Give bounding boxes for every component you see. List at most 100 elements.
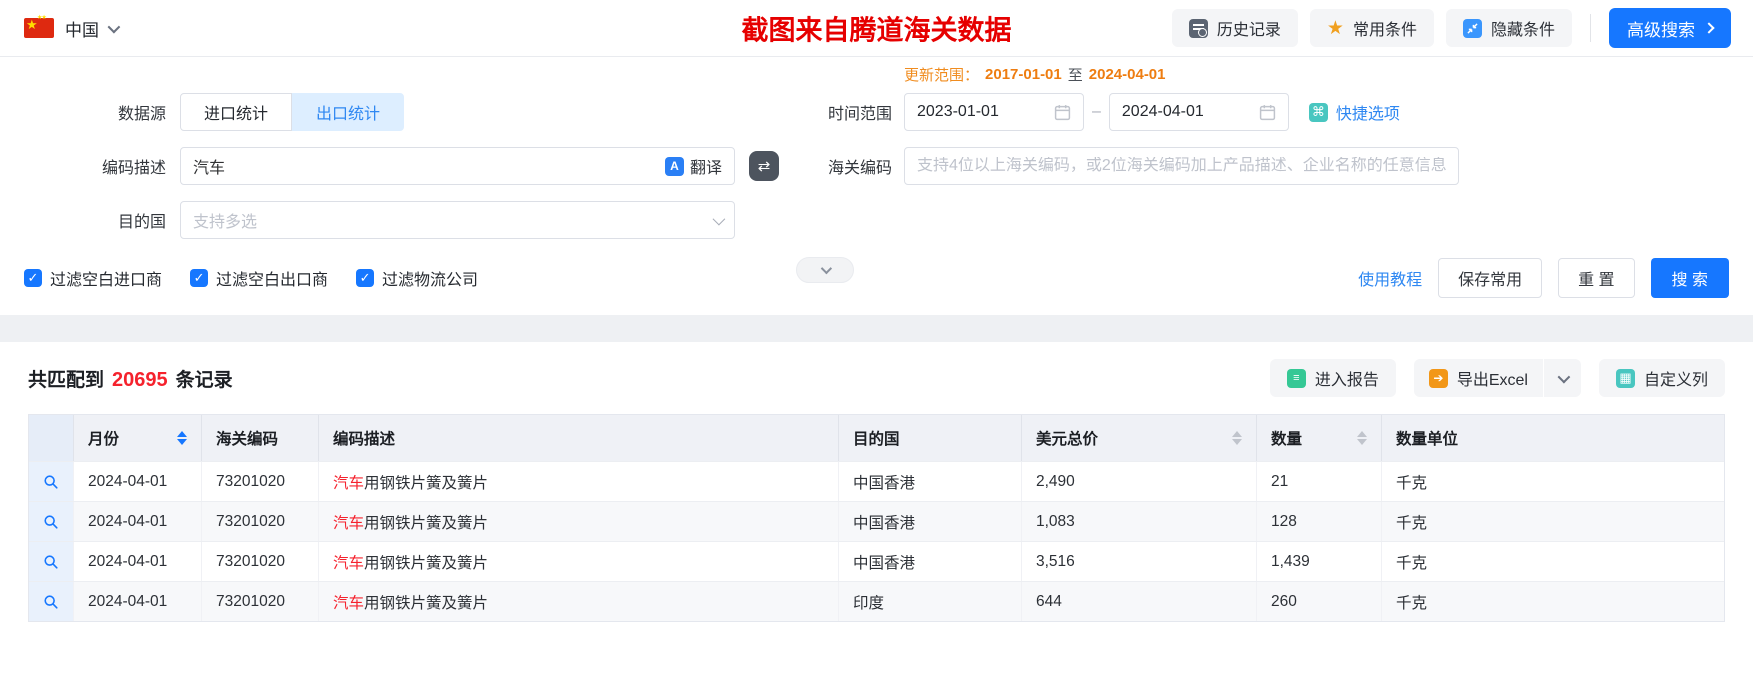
cell-quantity: 260: [1257, 582, 1382, 621]
checkbox-checked-icon: ✓: [24, 269, 42, 287]
results-panel: 共匹配到 20695 条记录 ≡ 进入报告 ➔ 导出Excel ▦ 自定义列 月…: [0, 342, 1753, 622]
description-text: 用钢铁片簧及簧片: [364, 554, 489, 572]
update-range-to: 2024-04-01: [1088, 65, 1166, 83]
translate-icon: A: [664, 156, 684, 176]
quick-options-label: 快捷选项: [1335, 106, 1400, 123]
history-button-label: 历史记录: [1216, 22, 1281, 39]
top-bar: ★ ★★ 中国 截图来自腾道海关数据 历史记录 ★ 常用条件 隐藏条件 高级搜索: [0, 0, 1753, 57]
cell-unit: 千克: [1396, 554, 1428, 572]
customize-columns-label: 自定义列: [1643, 372, 1708, 389]
cell-usd-total: 644: [1022, 582, 1257, 621]
keyword-highlight: 汽车: [333, 594, 365, 612]
header-quantity-label: 数量: [1271, 431, 1303, 448]
export-options-button[interactable]: [1544, 359, 1581, 397]
customs-code-label: 海关编码: [827, 160, 892, 177]
cell-destination: 中国香港: [839, 462, 1022, 501]
header-customs-code: 海关编码: [202, 415, 319, 461]
data-source-tabs: 进口统计 出口统计: [180, 93, 405, 131]
filter-label: 过滤空白进口商: [50, 272, 163, 289]
cell-unit: 千克: [1396, 594, 1428, 612]
quick-options-button[interactable]: ⌘ 快捷选项: [1308, 100, 1400, 124]
row-detail-button[interactable]: [29, 462, 74, 501]
customize-columns-button[interactable]: ▦ 自定义列: [1598, 359, 1725, 397]
start-date-value: 2023-01-01: [917, 103, 999, 120]
customs-code-field: [904, 147, 1459, 185]
cell-quantity: 21: [1257, 462, 1382, 501]
tab-export-stats[interactable]: 出口统计: [292, 93, 405, 131]
advanced-search-label: 高级搜索: [1627, 20, 1695, 40]
filter-logistics-checkbox[interactable]: ✓ 过滤物流公司: [356, 266, 478, 290]
tutorial-link[interactable]: 使用教程: [1358, 266, 1422, 290]
export-excel-label: 导出Excel: [1456, 372, 1528, 389]
history-icon: [1188, 18, 1208, 38]
reset-button[interactable]: 重 置: [1558, 258, 1635, 298]
magnifier-icon: [44, 474, 58, 489]
cell-month: 2024-04-01: [74, 582, 202, 621]
filter-checkbox-group: ✓ 过滤空白进口商 ✓ 过滤空白出口商 ✓ 过滤物流公司: [24, 266, 478, 290]
expand-conditions-button[interactable]: [796, 257, 855, 283]
cell-month: 2024-04-01: [74, 502, 202, 541]
keyword-highlight: 汽车: [333, 474, 365, 492]
export-icon: ➔: [1428, 368, 1448, 388]
cell-usd-total: 2,490: [1022, 462, 1257, 501]
update-range-from: 2017-01-01: [985, 65, 1062, 83]
cell-unit: 千克: [1396, 474, 1428, 492]
magnifier-icon: [44, 594, 58, 609]
chevron-down-icon: [1557, 370, 1571, 383]
sort-quantity-button[interactable]: [1357, 431, 1367, 445]
chevron-right-icon: [1703, 22, 1715, 34]
header-month-label: 月份: [88, 431, 120, 448]
row-detail-button[interactable]: [29, 502, 74, 541]
header-description: 编码描述: [319, 415, 839, 461]
section-divider-band: [0, 315, 1753, 342]
exchange-button[interactable]: ⇄: [749, 151, 779, 181]
filter-blank-exporter-checkbox[interactable]: ✓ 过滤空白出口商: [190, 266, 328, 290]
cell-customs-code: 73201020: [202, 582, 319, 621]
magnifier-icon: [44, 554, 58, 569]
end-date-field[interactable]: 2024-04-01: [1108, 93, 1289, 131]
code-description-label: 编码描述: [101, 160, 166, 177]
save-common-button[interactable]: 保存常用: [1438, 258, 1543, 298]
chevron-down-icon: [712, 212, 726, 225]
history-button[interactable]: 历史记录: [1171, 9, 1298, 47]
results-header: 共匹配到 20695 条记录 ≡ 进入报告 ➔ 导出Excel ▦ 自定义列: [28, 342, 1725, 414]
sort-month-button[interactable]: [177, 431, 187, 445]
header-usd-total: 美元总价: [1022, 415, 1257, 461]
cell-customs-code: 73201020: [202, 462, 319, 501]
export-excel-button[interactable]: ➔ 导出Excel: [1414, 366, 1543, 390]
watermark-title: 截图来自腾道海关数据: [741, 15, 1012, 46]
cell-description: 汽车 用钢铁片簧及簧片: [319, 502, 839, 541]
description-text: 用钢铁片簧及簧片: [364, 594, 489, 612]
data-source-label: 数据源: [117, 106, 166, 123]
export-excel-split-button: ➔ 导出Excel: [1413, 359, 1581, 397]
table-body: 2024-04-01 73201020 汽车 用钢铁片簧及簧片 中国香港 2,49…: [29, 461, 1724, 621]
chevron-down-icon: [820, 262, 833, 275]
translate-button[interactable]: A 翻译: [664, 154, 722, 178]
hide-conditions-button[interactable]: 隐藏条件: [1445, 9, 1572, 47]
filter-blank-importer-checkbox[interactable]: ✓ 过滤空白进口商: [24, 266, 162, 290]
favorite-conditions-button[interactable]: ★ 常用条件: [1309, 9, 1434, 47]
header-unit: 数量单位: [1396, 431, 1459, 448]
row-detail-button[interactable]: [29, 542, 74, 581]
enter-report-button[interactable]: ≡ 进入报告: [1269, 359, 1396, 397]
customs-code-input[interactable]: [917, 157, 1446, 175]
cell-usd-total: 3,516: [1022, 542, 1257, 581]
cell-unit: 千克: [1396, 514, 1428, 532]
search-button[interactable]: 搜 索: [1650, 258, 1729, 298]
header-icon-column: [29, 415, 74, 461]
cell-destination: 印度: [839, 582, 1022, 621]
match-summary: 共匹配到 20695 条记录: [28, 365, 233, 392]
calendar-icon: [1259, 104, 1276, 120]
destination-select[interactable]: 支持多选: [180, 201, 735, 239]
start-date-field[interactable]: 2023-01-01: [904, 93, 1084, 131]
match-count: 20695: [112, 368, 168, 391]
row-detail-button[interactable]: [29, 582, 74, 621]
country-selector[interactable]: 中国: [65, 16, 121, 41]
sort-usd-button[interactable]: [1232, 431, 1242, 445]
checkbox-checked-icon: ✓: [190, 269, 209, 287]
advanced-search-button[interactable]: 高级搜索: [1609, 8, 1731, 48]
cell-customs-code: 73201020: [202, 542, 319, 581]
tab-import-stats[interactable]: 进口统计: [180, 93, 293, 131]
code-description-input[interactable]: [193, 157, 665, 175]
cell-description: 汽车 用钢铁片簧及簧片: [319, 582, 839, 621]
